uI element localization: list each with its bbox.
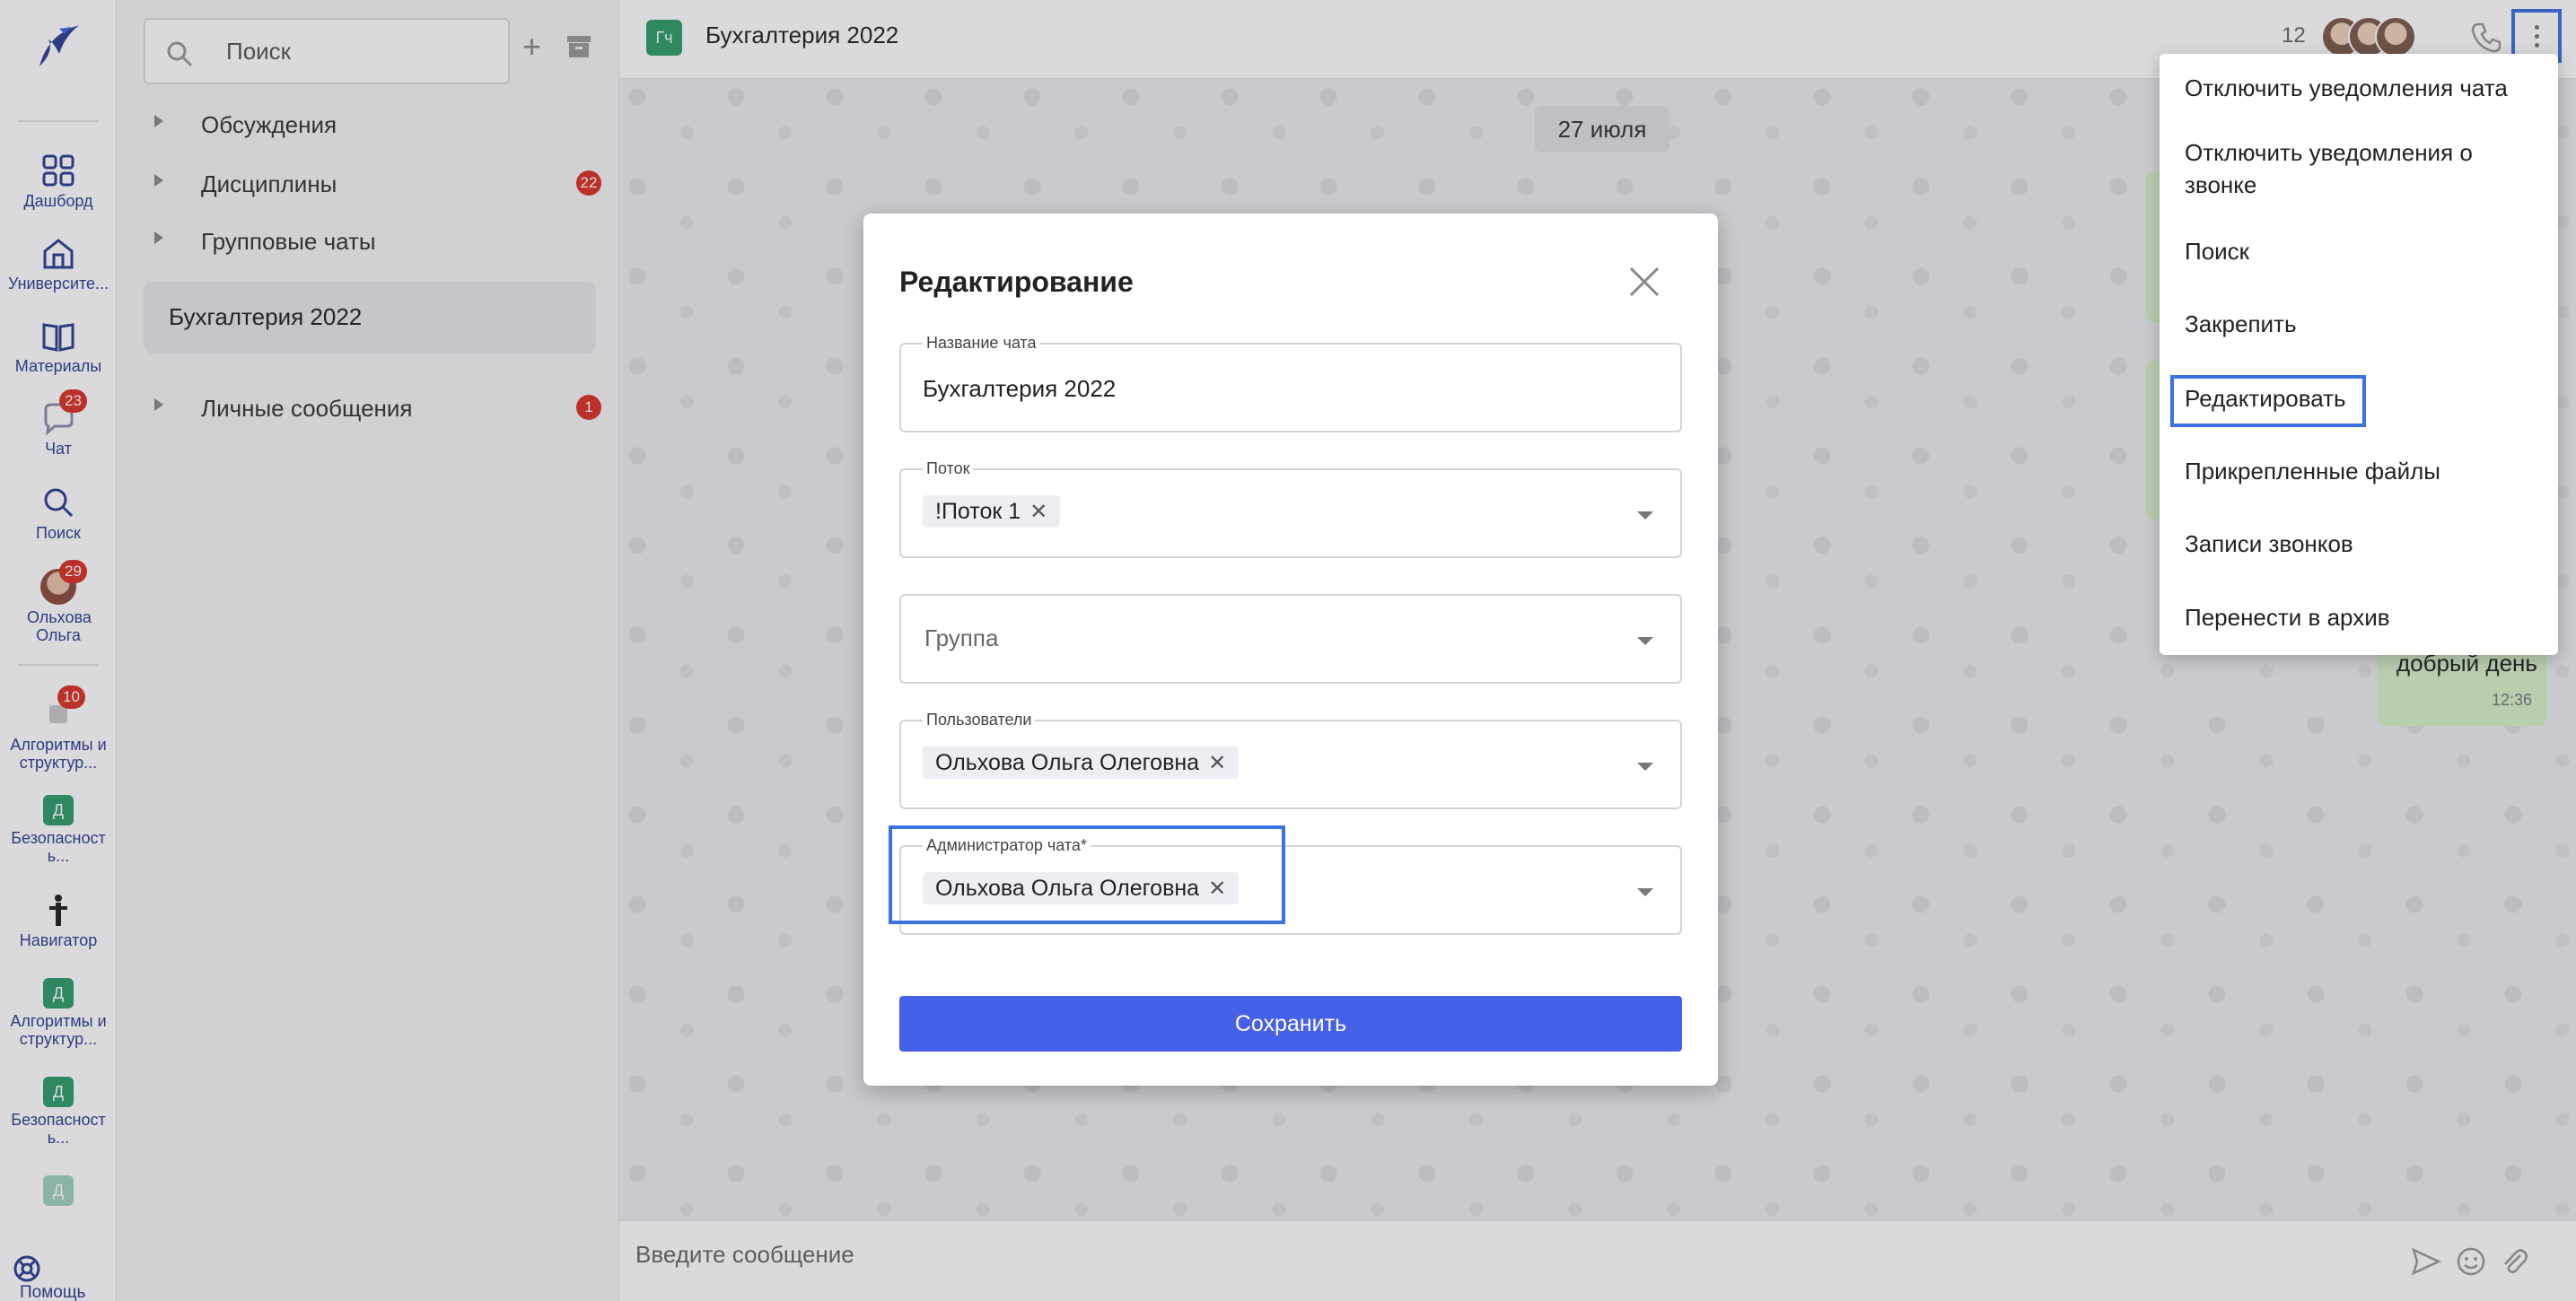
menu-item-edit[interactable]: Редактировать xyxy=(2185,382,2544,415)
chat-options-menu: Отключить уведомления чата Отключить уве… xyxy=(2160,54,2558,655)
stream-chip: !Поток 1 ✕ xyxy=(923,495,1061,528)
stream-select[interactable]: Поток !Поток 1 ✕ xyxy=(899,459,1682,558)
menu-item-mute-chat[interactable]: Отключить уведомления чата xyxy=(2185,72,2544,104)
menu-item-mute-calls[interactable]: Отключить уведомления о звонке xyxy=(2185,136,2544,201)
admin-field-highlight xyxy=(889,825,1285,924)
chevron-down-icon[interactable] xyxy=(1637,888,1653,896)
user-chip: Ольхова Ольга Олеговна ✕ xyxy=(923,747,1240,779)
chip-remove-icon[interactable]: ✕ xyxy=(1030,500,1047,524)
group-select[interactable]: Группа xyxy=(899,594,1682,684)
menu-item-pin[interactable]: Закрепить xyxy=(2185,308,2544,340)
menu-item-attached-files[interactable]: Прикрепленные файлы xyxy=(2185,455,2544,487)
field-label: Поток xyxy=(923,459,974,478)
menu-item-archive[interactable]: Перенести в архив xyxy=(2185,601,2544,633)
menu-item-call-recordings[interactable]: Записи звонков xyxy=(2185,528,2544,560)
chip-label: !Поток 1 xyxy=(935,499,1021,524)
chevron-down-icon[interactable] xyxy=(1637,763,1653,771)
edit-chat-dialog: Редактирование Название чата Бухгалтерия… xyxy=(863,214,1718,1086)
menu-item-search[interactable]: Поиск xyxy=(2185,235,2544,267)
chip-remove-icon[interactable]: ✕ xyxy=(1208,751,1226,775)
chevron-down-icon[interactable] xyxy=(1637,637,1653,645)
close-icon[interactable] xyxy=(1626,264,1662,300)
field-label: Пользователи xyxy=(923,711,1036,729)
chevron-down-icon[interactable] xyxy=(1637,511,1653,520)
chat-name-value: Бухгалтерия 2022 xyxy=(923,375,1117,402)
chat-name-field[interactable]: Название чата Бухгалтерия 2022 xyxy=(899,334,1682,432)
chip-label: Ольхова Ольга Олеговна xyxy=(935,750,1200,775)
save-button[interactable]: Сохранить xyxy=(899,996,1682,1052)
field-label: Название чата xyxy=(923,334,1040,353)
users-select[interactable]: Пользователи Ольхова Ольга Олеговна ✕ xyxy=(899,711,1682,809)
group-placeholder: Группа xyxy=(924,624,999,651)
dialog-title: Редактирование xyxy=(899,266,1134,298)
